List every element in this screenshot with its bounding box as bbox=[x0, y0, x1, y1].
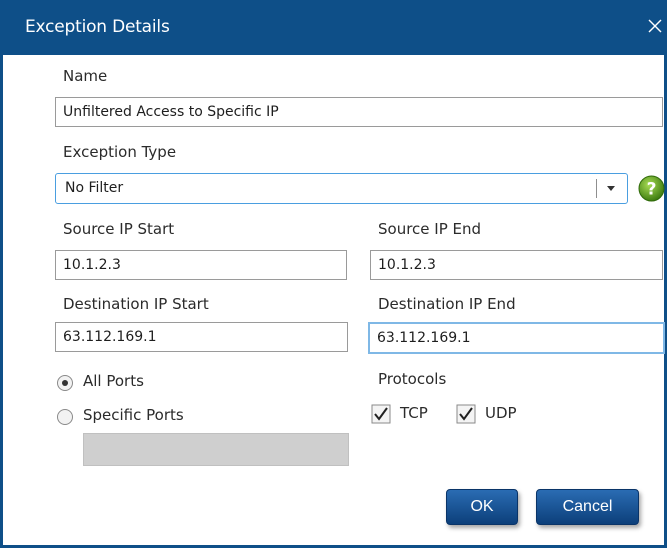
tcp-label: TCP bbox=[400, 404, 428, 422]
tcp-checkbox[interactable] bbox=[371, 404, 391, 424]
close-icon[interactable] bbox=[644, 15, 666, 37]
exception-type-label: Exception Type bbox=[63, 143, 177, 161]
destination-ip-start-label: Destination IP Start bbox=[63, 295, 209, 313]
ok-button[interactable]: OK bbox=[446, 489, 518, 525]
exception-type-dropdown[interactable]: No Filter bbox=[55, 173, 628, 204]
svg-text:?: ? bbox=[647, 180, 657, 200]
source-ip-end-label: Source IP End bbox=[378, 220, 482, 238]
help-question-icon[interactable]: ? bbox=[638, 175, 665, 202]
source-ip-start-label: Source IP Start bbox=[63, 220, 175, 238]
specific-ports-input bbox=[83, 433, 349, 466]
source-ip-end-input[interactable] bbox=[370, 250, 663, 280]
cancel-button[interactable]: Cancel bbox=[536, 489, 639, 525]
specific-ports-radio[interactable] bbox=[56, 408, 74, 426]
dialog-title: Exception Details bbox=[25, 17, 170, 37]
destination-ip-end-input[interactable] bbox=[368, 322, 665, 354]
exception-type-value: No Filter bbox=[65, 180, 124, 196]
exception-details-dialog: Exception Details Name Exception Type No… bbox=[0, 0, 667, 548]
chevron-down-icon[interactable] bbox=[604, 181, 618, 195]
name-label: Name bbox=[63, 67, 108, 85]
dialog-title-bar[interactable]: Exception Details bbox=[3, 0, 667, 55]
source-ip-start-input[interactable] bbox=[55, 250, 347, 280]
dropdown-separator bbox=[596, 179, 597, 198]
udp-label: UDP bbox=[485, 404, 517, 422]
all-ports-radio[interactable] bbox=[56, 374, 74, 392]
udp-checkbox[interactable] bbox=[456, 404, 476, 424]
protocols-label: Protocols bbox=[378, 370, 447, 388]
name-input[interactable] bbox=[55, 97, 663, 127]
destination-ip-end-label: Destination IP End bbox=[378, 295, 516, 313]
destination-ip-start-input[interactable] bbox=[55, 322, 348, 352]
all-ports-label: All Ports bbox=[83, 372, 144, 390]
specific-ports-label: Specific Ports bbox=[83, 406, 184, 424]
